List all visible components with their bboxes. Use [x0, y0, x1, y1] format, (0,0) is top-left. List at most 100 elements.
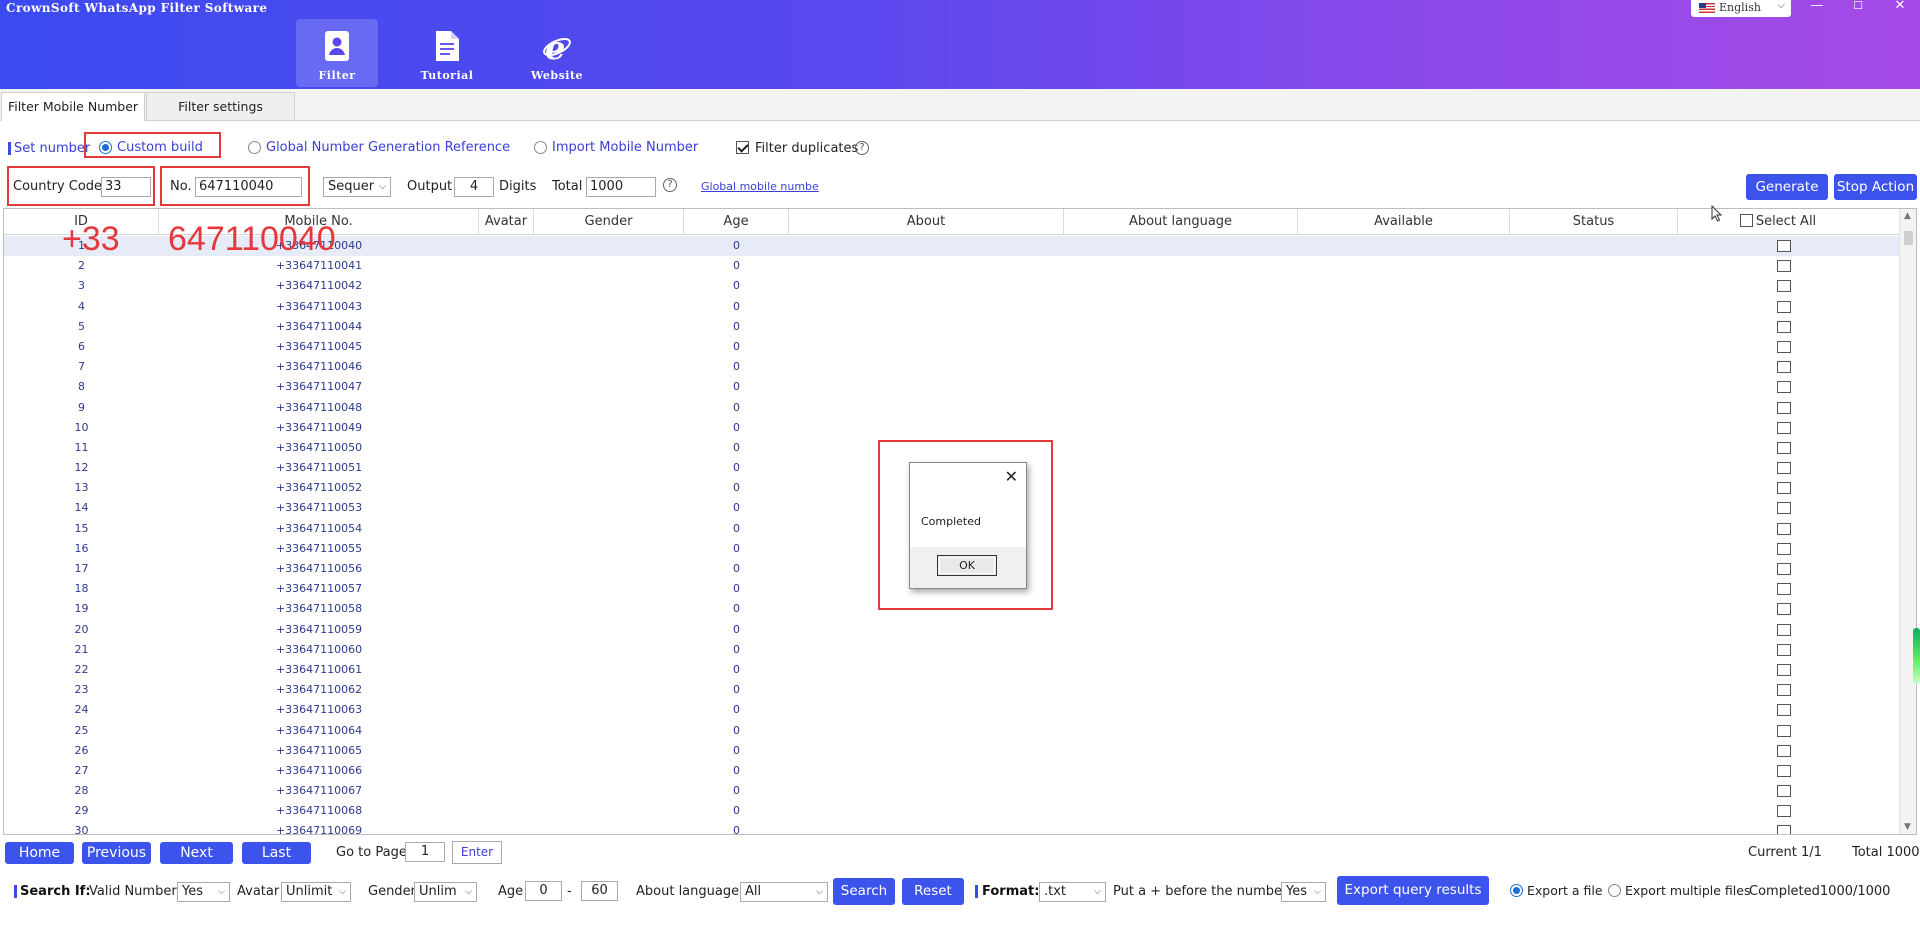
table-row[interactable]: 28 +33647110067 0: [4, 781, 1901, 801]
row-checkbox[interactable]: [1777, 482, 1791, 495]
home-button[interactable]: Home: [5, 842, 74, 864]
gender-select[interactable]: Unlim ⌵: [414, 882, 477, 902]
number-input[interactable]: 647110040: [195, 177, 302, 197]
nav-website-button[interactable]: e Website: [516, 19, 598, 87]
row-checkbox[interactable]: [1777, 340, 1791, 353]
search-button[interactable]: Search: [833, 878, 895, 905]
column-select-all[interactable]: Select All: [1678, 209, 1878, 235]
avatar-select[interactable]: Unlimit ⌵: [281, 882, 351, 902]
output-input[interactable]: 4: [454, 177, 494, 197]
select-all-checkbox[interactable]: [1739, 214, 1753, 227]
column-about-language[interactable]: About language: [1064, 209, 1298, 235]
column-available[interactable]: Available: [1298, 209, 1510, 235]
scroll-up-icon[interactable]: ▲: [1904, 211, 1911, 221]
language-select[interactable]: English ⌵: [1691, 0, 1791, 17]
close-icon[interactable]: ✕: [1005, 467, 1018, 486]
export-multiple-files-radio[interactable]: [1608, 884, 1621, 897]
column-status[interactable]: Status: [1510, 209, 1678, 235]
scroll-down-icon[interactable]: ▼: [1904, 822, 1911, 832]
row-checkbox[interactable]: [1777, 542, 1791, 555]
table-row[interactable]: 20 +33647110059 0: [4, 620, 1901, 640]
export-query-results-button[interactable]: Export query results: [1337, 876, 1489, 905]
table-row[interactable]: 25 +33647110064 0: [4, 721, 1901, 741]
row-checkbox[interactable]: [1777, 663, 1791, 676]
custom-build-radio[interactable]: [99, 141, 112, 154]
table-row[interactable]: 19 +33647110058 0: [4, 599, 1901, 619]
row-checkbox[interactable]: [1777, 785, 1791, 798]
last-button[interactable]: Last: [242, 842, 311, 864]
global-reference-label[interactable]: Global Number Generation Reference: [266, 140, 510, 155]
custom-build-label[interactable]: Custom build: [117, 140, 203, 155]
row-checkbox[interactable]: [1777, 522, 1791, 535]
nav-tutorial-button[interactable]: Tutorial: [406, 19, 488, 87]
table-row[interactable]: 22 +33647110061 0: [4, 660, 1901, 680]
table-row[interactable]: 27 +33647110066 0: [4, 761, 1901, 781]
row-checkbox[interactable]: [1777, 361, 1791, 374]
row-checkbox[interactable]: [1777, 643, 1791, 656]
row-checkbox[interactable]: [1777, 280, 1791, 293]
generate-button[interactable]: Generate: [1746, 174, 1828, 200]
next-button[interactable]: Next: [160, 842, 233, 864]
stop-action-button[interactable]: Stop Action: [1834, 174, 1917, 200]
row-checkbox[interactable]: [1777, 825, 1791, 834]
table-row[interactable]: 30 +33647110069 0: [4, 821, 1901, 834]
total-input[interactable]: 1000: [586, 177, 656, 197]
export-a-file-label[interactable]: Export a file: [1527, 883, 1603, 898]
country-code-input[interactable]: 33: [101, 177, 151, 197]
row-checkbox[interactable]: [1777, 421, 1791, 434]
filter-duplicates-checkbox[interactable]: [736, 141, 749, 154]
plus-prefix-select[interactable]: Yes ⌵: [1281, 882, 1326, 902]
age-max-input[interactable]: 60: [581, 881, 618, 901]
row-checkbox[interactable]: [1777, 260, 1791, 273]
generation-mode-select[interactable]: Sequer ⌵: [323, 177, 391, 197]
vertical-scrollbar[interactable]: ▲ ▼: [1899, 209, 1916, 834]
column-about[interactable]: About: [789, 209, 1064, 235]
maximize-button[interactable]: ☐: [1838, 0, 1878, 14]
table-row[interactable]: 11 +33647110050 0: [4, 438, 1901, 458]
table-row[interactable]: 29 +33647110068 0: [4, 801, 1901, 821]
column-gender[interactable]: Gender: [534, 209, 684, 235]
row-checkbox[interactable]: [1777, 603, 1791, 616]
table-row[interactable]: 26 +33647110065 0: [4, 741, 1901, 761]
table-row[interactable]: 23 +33647110062 0: [4, 680, 1901, 700]
row-checkbox[interactable]: [1777, 502, 1791, 515]
row-checkbox[interactable]: [1777, 240, 1791, 252]
row-checkbox[interactable]: [1777, 462, 1791, 475]
import-number-radio[interactable]: [534, 141, 547, 154]
table-row[interactable]: 8 +33647110047 0: [4, 377, 1901, 397]
table-row[interactable]: 5 +33647110044 0: [4, 317, 1901, 337]
previous-button[interactable]: Previous: [82, 842, 151, 864]
ok-button[interactable]: OK: [937, 555, 997, 576]
table-row[interactable]: 2 +33647110041 0: [4, 256, 1901, 276]
age-min-input[interactable]: 0: [525, 881, 562, 901]
table-row[interactable]: 10 +33647110049 0: [4, 418, 1901, 438]
row-checkbox[interactable]: [1777, 744, 1791, 757]
row-checkbox[interactable]: [1777, 381, 1791, 394]
table-row[interactable]: 3 +33647110042 0: [4, 276, 1901, 296]
enter-button[interactable]: Enter: [452, 841, 502, 864]
column-avatar[interactable]: Avatar: [479, 209, 534, 235]
import-number-label[interactable]: Import Mobile Number: [552, 140, 698, 155]
export-multiple-files-label[interactable]: Export multiple files: [1625, 883, 1750, 898]
table-row[interactable]: 6 +33647110045 0: [4, 337, 1901, 357]
row-checkbox[interactable]: [1777, 300, 1791, 313]
row-checkbox[interactable]: [1777, 764, 1791, 777]
table-row[interactable]: 4 +33647110043 0: [4, 297, 1901, 317]
valid-number-select[interactable]: Yes ⌵: [177, 882, 230, 902]
column-age[interactable]: Age: [684, 209, 789, 235]
row-checkbox[interactable]: [1777, 563, 1791, 575]
row-checkbox[interactable]: [1777, 623, 1791, 636]
row-checkbox[interactable]: [1777, 724, 1791, 737]
row-checkbox[interactable]: [1777, 320, 1791, 333]
row-checkbox[interactable]: [1777, 441, 1791, 454]
format-select[interactable]: .txt ⌵: [1039, 882, 1106, 902]
global-reference-radio[interactable]: [248, 141, 261, 154]
close-window-button[interactable]: ✕: [1880, 0, 1920, 14]
table-row[interactable]: 9 +33647110048 0: [4, 398, 1901, 418]
minimize-button[interactable]: —: [1797, 0, 1837, 14]
tab-filter-mobile-number[interactable]: Filter Mobile Number: [1, 92, 145, 121]
table-row[interactable]: 21 +33647110060 0: [4, 640, 1901, 660]
row-checkbox[interactable]: [1777, 401, 1791, 414]
row-checkbox[interactable]: [1777, 704, 1791, 717]
global-mobile-number-link[interactable]: Global mobile numbe: [701, 180, 819, 193]
